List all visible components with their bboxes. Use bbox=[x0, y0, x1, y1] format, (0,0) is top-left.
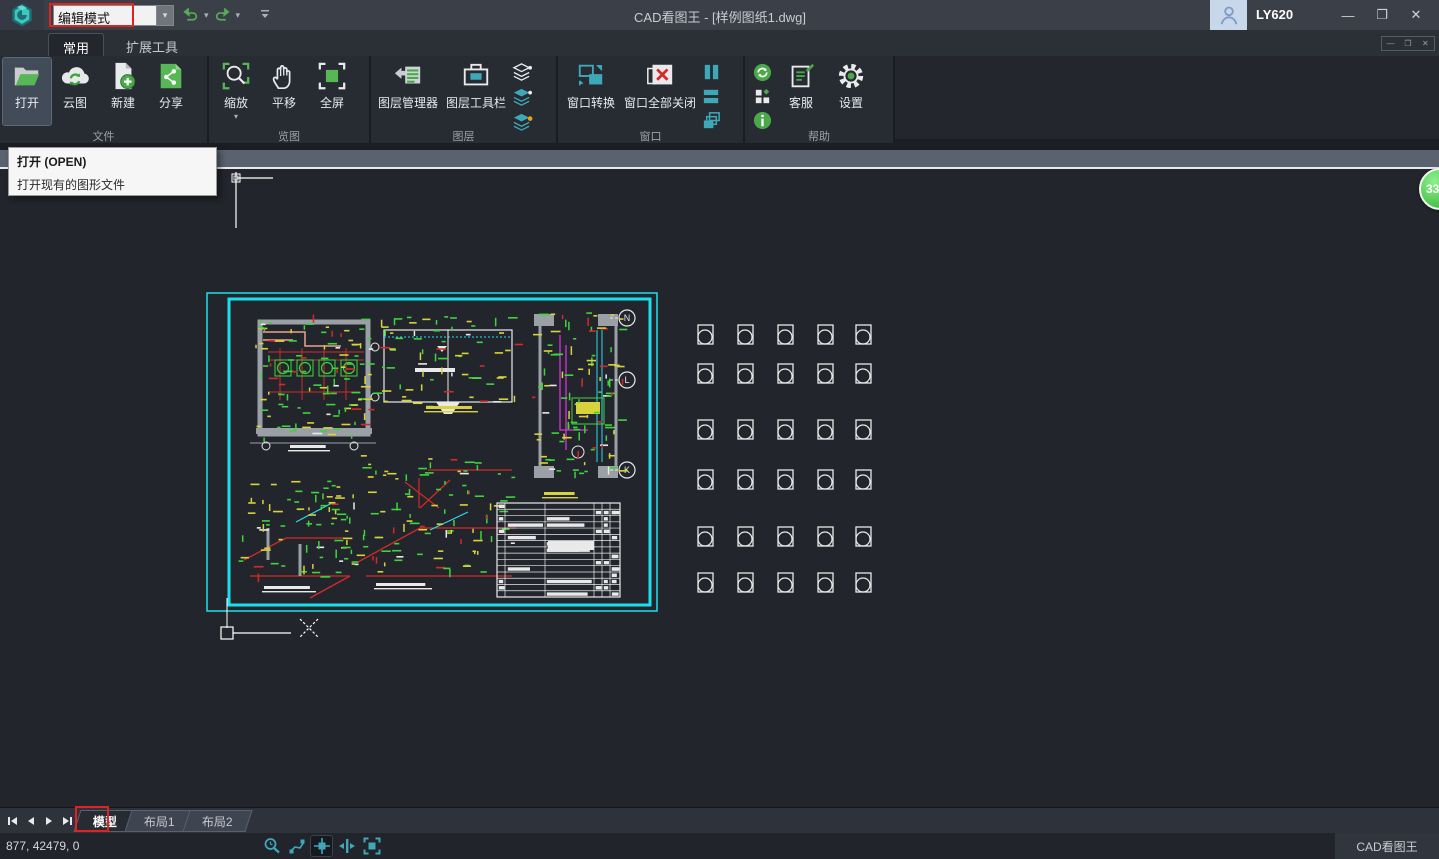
layer-manager-button[interactable]: 图层管理器 bbox=[374, 58, 442, 125]
group-layer-label: 图层 bbox=[371, 128, 556, 143]
title-bar: 编辑模式 ▾ ▾ ▾ CAD看图王 - [样例图纸1.dwg] LY620 — … bbox=[0, 0, 1439, 30]
group-file: 打开 云图 新建 bbox=[0, 56, 209, 143]
svg-text:N: N bbox=[624, 313, 631, 323]
open-folder-icon bbox=[12, 61, 42, 91]
materials-table bbox=[497, 492, 620, 597]
group-window: 窗口转换 窗口全部关闭 窗口 bbox=[558, 56, 745, 143]
settings-gear-icon bbox=[836, 61, 866, 91]
restore-button[interactable]: ❐ bbox=[1365, 0, 1399, 30]
share-button[interactable]: 分享 bbox=[147, 58, 195, 125]
mode-combobox[interactable]: 编辑模式 ▾ bbox=[53, 5, 174, 26]
share-icon bbox=[156, 61, 186, 91]
redo-icon[interactable] bbox=[214, 6, 231, 24]
tooltip-title: 打开 (OPEN) bbox=[17, 153, 208, 170]
group-file-label: 文件 bbox=[0, 128, 207, 143]
doc-restore-button[interactable]: ❐ bbox=[1399, 37, 1416, 50]
cloud-sync-icon bbox=[60, 61, 90, 91]
zoom-icon bbox=[221, 61, 251, 91]
app-logo-icon[interactable] bbox=[0, 0, 44, 30]
settings-button[interactable]: 设置 bbox=[827, 58, 875, 125]
crosshair-cursor bbox=[232, 172, 273, 228]
status-ortho-icon[interactable] bbox=[336, 836, 357, 856]
ribbon: 打开 云图 新建 bbox=[0, 56, 1439, 143]
open-button[interactable]: 打开 bbox=[3, 58, 51, 125]
customize-toolbar-icon[interactable] bbox=[258, 9, 272, 21]
zoom-dropdown-icon[interactable]: ▾ bbox=[234, 112, 238, 121]
section-view bbox=[380, 316, 523, 414]
prev-sheet-icon[interactable] bbox=[24, 813, 38, 829]
check-update-icon[interactable] bbox=[752, 62, 773, 83]
doc-minimize-button[interactable]: — bbox=[1382, 37, 1399, 50]
app-grid-icon[interactable] bbox=[752, 86, 773, 107]
cursor-coordinates: 877, 42479, 0 bbox=[6, 839, 79, 853]
group-view-label: 览图 bbox=[209, 128, 369, 143]
layer-toolbar-button[interactable]: 图层工具栏 bbox=[442, 58, 510, 125]
chevron-down-icon[interactable]: ▾ bbox=[156, 6, 173, 25]
quick-access-toolbar: ▾ ▾ bbox=[182, 3, 272, 27]
cloud-button[interactable]: 云图 bbox=[51, 58, 99, 125]
sheet-tab-strip: 模型 布局1 布局2 bbox=[0, 807, 1439, 833]
status-fullextent-icon[interactable] bbox=[361, 836, 382, 856]
layer-toolbar-icon bbox=[461, 61, 491, 91]
ribbon-tab-row: 常用 扩展工具 — ❐ ✕ bbox=[0, 30, 1439, 56]
tile-horizontal-icon[interactable] bbox=[701, 86, 722, 107]
close-all-windows-button[interactable]: 窗口全部关闭 bbox=[621, 58, 699, 125]
layer-manager-icon bbox=[393, 61, 423, 91]
cad-drawing: N L K bbox=[0, 171, 1439, 807]
window-title: CAD看图王 - [样例图纸1.dwg] bbox=[420, 7, 1020, 26]
doc-close-button[interactable]: ✕ bbox=[1417, 37, 1434, 50]
user-avatar[interactable] bbox=[1210, 0, 1247, 30]
group-help-label-row: 窗口 bbox=[558, 128, 743, 143]
status-bar: 877, 42479, 0 CAD看图王 bbox=[0, 833, 1439, 859]
svg-text:L: L bbox=[624, 375, 629, 385]
mode-combobox-value: 编辑模式 bbox=[54, 6, 156, 25]
detail-view: N L K bbox=[532, 310, 635, 478]
group-help: 客服 设置 帮助 bbox=[745, 56, 895, 143]
x-marker bbox=[300, 619, 318, 637]
close-all-windows-icon bbox=[645, 61, 675, 91]
zoom-button[interactable]: 缩放 ▾ bbox=[212, 58, 260, 125]
close-button[interactable]: ✕ bbox=[1399, 0, 1433, 30]
minimize-button[interactable]: — bbox=[1331, 0, 1365, 30]
undo-chevron-icon[interactable]: ▾ bbox=[202, 10, 211, 21]
new-file-icon bbox=[108, 61, 138, 91]
new-button[interactable]: 新建 bbox=[99, 58, 147, 125]
group-view: 缩放 ▾ 平移 全屏 览图 bbox=[209, 56, 371, 143]
document-window-controls: — ❐ ✕ bbox=[1381, 36, 1435, 51]
tooltip-open: 打开 (OPEN) 打开现有的图形文件 bbox=[8, 147, 217, 196]
statusbar-app-name: CAD看图王 bbox=[1335, 833, 1439, 859]
window-switch-icon bbox=[576, 61, 606, 91]
group-layer: 图层管理器 图层工具栏 图层 bbox=[371, 56, 558, 143]
pan-hand-icon bbox=[269, 61, 299, 91]
status-lineweight-icon[interactable] bbox=[286, 836, 307, 856]
axonometric-view-1 bbox=[239, 481, 359, 598]
status-snap-icon[interactable] bbox=[311, 836, 332, 856]
axonometric-view-2 bbox=[352, 455, 516, 589]
fixture-grid bbox=[698, 325, 871, 592]
sheet-tab-layout2[interactable]: 布局2 bbox=[182, 810, 252, 832]
next-sheet-icon[interactable] bbox=[42, 813, 56, 829]
status-zoom-icon[interactable] bbox=[261, 836, 282, 856]
fullscreen-icon bbox=[317, 61, 347, 91]
first-sheet-icon[interactable] bbox=[6, 813, 20, 829]
redo-chevron-icon[interactable]: ▾ bbox=[234, 10, 243, 21]
pan-button[interactable]: 平移 bbox=[260, 58, 308, 125]
customer-service-button[interactable]: 客服 bbox=[775, 58, 827, 125]
plan-view bbox=[250, 314, 382, 451]
svg-text:K: K bbox=[624, 465, 630, 475]
customer-service-icon bbox=[786, 61, 816, 91]
group-help-label: 帮助 bbox=[745, 128, 893, 143]
tab-common[interactable]: 常用 bbox=[48, 33, 104, 56]
layer-states-icon[interactable] bbox=[512, 62, 533, 83]
fullscreen-button[interactable]: 全屏 bbox=[308, 58, 356, 125]
last-sheet-icon[interactable] bbox=[60, 813, 74, 829]
undo-icon[interactable] bbox=[182, 6, 199, 24]
username-label[interactable]: LY620 bbox=[1256, 7, 1293, 22]
tile-vertical-icon[interactable] bbox=[701, 62, 722, 83]
drawing-canvas[interactable]: N L K bbox=[0, 171, 1439, 807]
tooltip-description: 打开现有的图形文件 bbox=[17, 176, 208, 193]
tab-extended-tools[interactable]: 扩展工具 bbox=[112, 33, 192, 56]
layer-isolate-icon[interactable] bbox=[512, 86, 533, 107]
window-switch-button[interactable]: 窗口转换 bbox=[561, 58, 621, 125]
